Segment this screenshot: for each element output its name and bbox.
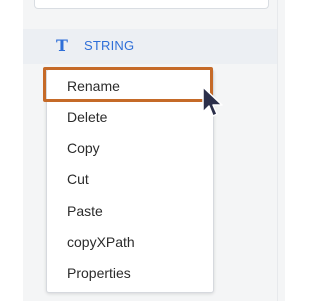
- panel-divider: [277, 0, 278, 301]
- menu-item-delete[interactable]: Delete: [47, 102, 213, 133]
- text-type-icon: T: [56, 36, 68, 55]
- menu-item-copyxpath[interactable]: copyXPath: [47, 227, 213, 258]
- rename-highlight-box: [43, 67, 213, 102]
- tree-node-label[interactable]: STRING: [84, 38, 134, 54]
- menu-item-copy[interactable]: Copy: [47, 133, 213, 164]
- menu-item-paste[interactable]: Paste: [47, 196, 213, 227]
- mouse-pointer-icon: [202, 86, 223, 117]
- menu-item-cut[interactable]: Cut: [47, 164, 213, 195]
- search-input[interactable]: [34, 0, 269, 9]
- context-menu: Rename Delete Copy Cut Paste copyXPath P…: [46, 69, 214, 293]
- menu-item-properties[interactable]: Properties: [47, 258, 213, 289]
